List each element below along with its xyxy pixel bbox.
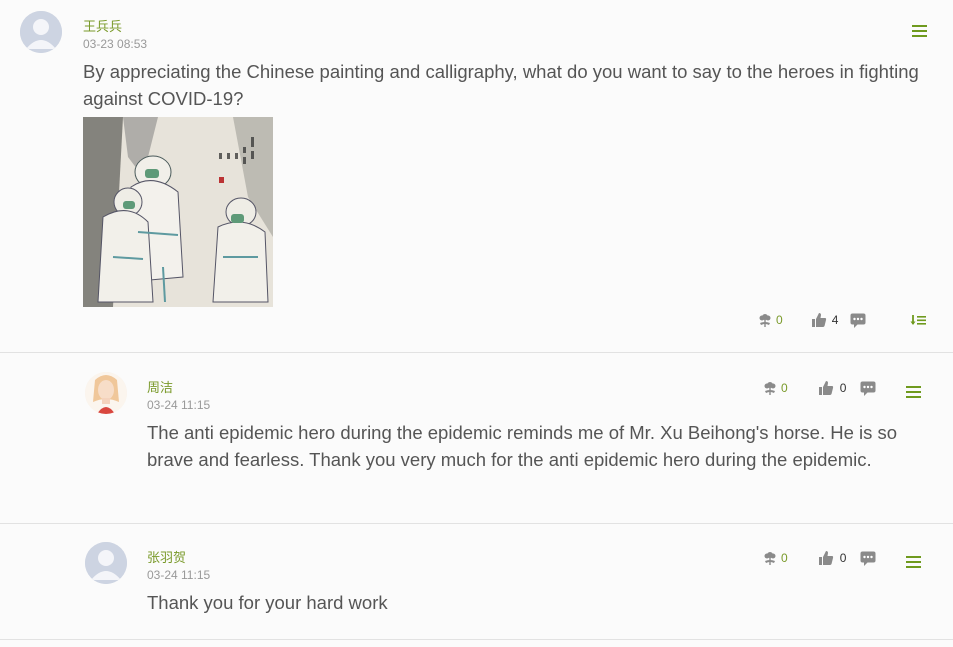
menu-icon[interactable] [906, 556, 921, 568]
default-avatar-icon [85, 542, 127, 584]
flower-count: 0 [776, 313, 783, 327]
menu-icon[interactable] [912, 25, 927, 37]
flower-count: 0 [781, 381, 788, 395]
thumbs-up-icon [818, 381, 833, 395]
like-button[interactable]: 0 [818, 550, 847, 566]
post-actions: 0 4 [757, 310, 927, 330]
comment-icon [860, 551, 876, 566]
thumbs-up-icon [818, 551, 833, 565]
flower-icon [764, 382, 776, 395]
username[interactable]: 王兵兵 [83, 16, 122, 35]
username[interactable]: 周洁 [147, 377, 173, 396]
comment-button[interactable] [860, 551, 876, 566]
like-button[interactable]: 0 [818, 380, 847, 396]
reply-item: 张羽贺 03-24 11:15 0 0 Thank you for your h… [0, 525, 953, 640]
default-avatar-icon [20, 11, 62, 53]
like-button[interactable]: 4 [811, 312, 839, 328]
user-avatar[interactable] [85, 542, 127, 584]
main-post: 王兵兵 03-23 08:53 By appreciating the Chin… [0, 0, 953, 353]
reply-time: 03-24 11:15 [147, 568, 211, 582]
reply-content: Thank you for your hard work [147, 592, 388, 613]
comment-button[interactable] [850, 313, 866, 328]
comment-button[interactable] [860, 381, 876, 396]
post-content: By appreciating the Chinese painting and… [83, 61, 919, 109]
flower-icon [759, 314, 771, 327]
reply-actions: 0 0 [762, 378, 876, 398]
like-count: 0 [839, 381, 847, 395]
painting-illustration [83, 117, 273, 307]
reply-actions: 0 0 [762, 548, 876, 568]
flower-button[interactable]: 0 [762, 380, 788, 396]
menu-icon[interactable] [906, 386, 921, 398]
reply-content: The anti epidemic hero during the epidem… [147, 422, 898, 470]
reply-item: 周洁 03-24 11:15 0 0 The anti epidemic her… [0, 354, 953, 524]
like-count: 0 [839, 551, 847, 565]
flower-icon [764, 552, 776, 565]
flower-button[interactable]: 0 [757, 312, 783, 328]
user-avatar[interactable] [85, 372, 127, 414]
photo-avatar-icon [85, 372, 127, 414]
user-avatar[interactable] [20, 11, 62, 53]
comment-icon [850, 313, 866, 328]
post-image-painting[interactable] [83, 117, 273, 307]
flower-button[interactable]: 0 [762, 550, 788, 566]
username[interactable]: 张羽贺 [147, 547, 186, 566]
thumbs-up-icon [811, 313, 826, 327]
comment-icon [860, 381, 876, 396]
sort-button[interactable] [910, 313, 927, 327]
post-time: 03-23 08:53 [83, 37, 148, 51]
flower-count: 0 [781, 551, 788, 565]
reply-time: 03-24 11:15 [147, 398, 211, 412]
like-count: 4 [831, 313, 839, 327]
sort-icon [910, 315, 927, 325]
